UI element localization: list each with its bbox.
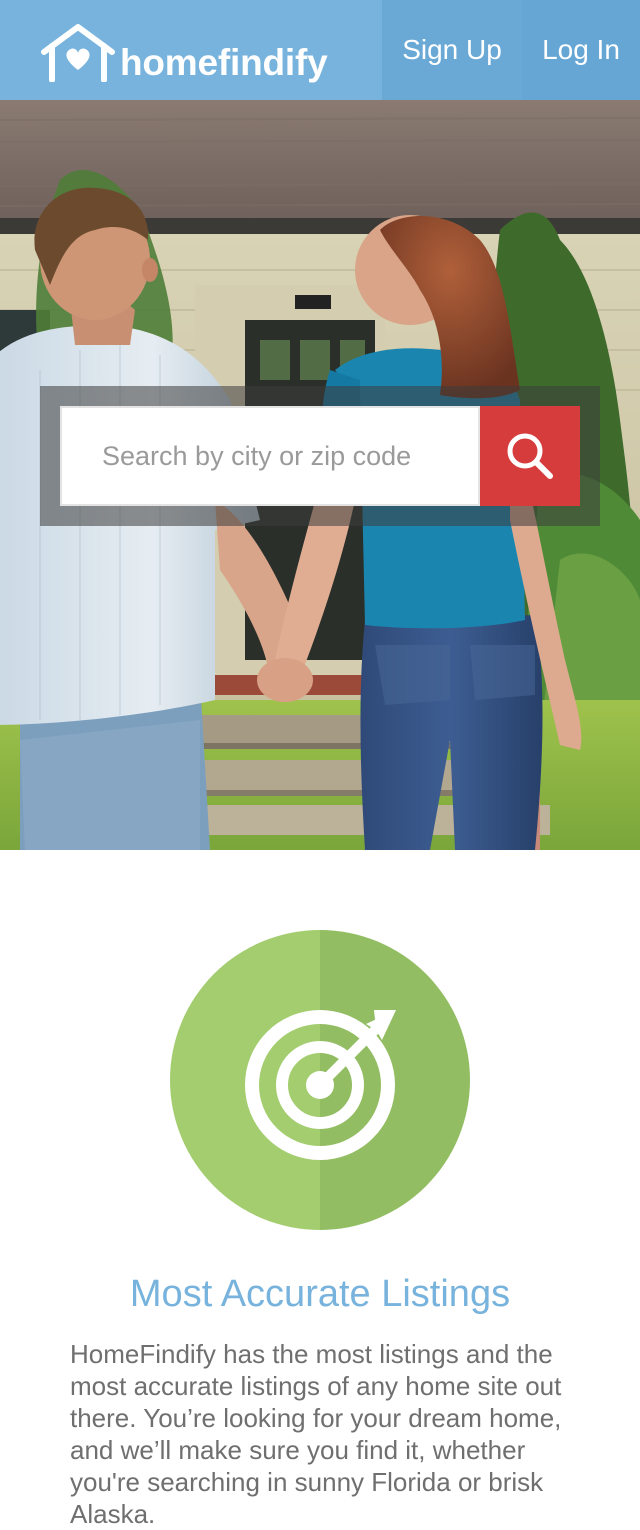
target-icon bbox=[170, 930, 470, 1230]
homefindify-logo[interactable]: homefindify bbox=[40, 18, 328, 83]
search-icon bbox=[507, 433, 553, 479]
hero-section bbox=[0, 100, 640, 850]
search-input[interactable] bbox=[60, 406, 480, 506]
top-navigation-bar: homefindify Sign Up Log In bbox=[0, 0, 640, 100]
search-panel bbox=[40, 386, 600, 526]
feature-title: Most Accurate Listings bbox=[129, 1273, 511, 1315]
feature-description: HomeFindify has the most listings and th… bbox=[70, 1339, 562, 1529]
search-button[interactable] bbox=[480, 406, 580, 506]
house-heart-icon bbox=[41, 24, 115, 82]
sign-up-button[interactable]: Sign Up bbox=[382, 0, 522, 100]
log-in-button[interactable]: Log In bbox=[522, 0, 640, 100]
logo-wordmark: homefindify bbox=[120, 42, 328, 83]
